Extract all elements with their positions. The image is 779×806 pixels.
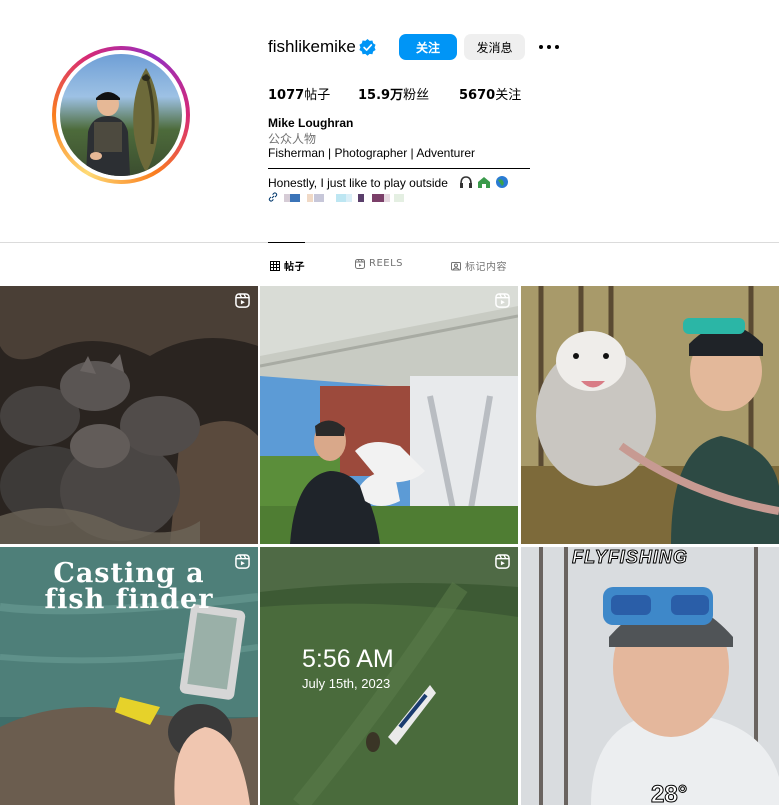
- headphones-icon: [460, 176, 472, 188]
- bio-emojis: [460, 176, 508, 188]
- post-overlay-timestamp: 5:56 AM July 15th, 2023: [302, 645, 394, 691]
- post-tile[interactable]: Casting a fish finder: [0, 547, 258, 805]
- redacted-link-block: [372, 194, 384, 202]
- tab-reels[interactable]: REELS: [355, 258, 403, 269]
- post-tile[interactable]: 5:56 AM July 15th, 2023: [260, 547, 518, 805]
- profile-avatar-ring[interactable]: [52, 46, 190, 184]
- post-thumbnail-man-with-bag: [260, 286, 518, 544]
- tagged-icon: [451, 261, 461, 270]
- overlay-title: FLYFISHING: [572, 547, 688, 568]
- redacted-link-block: [307, 194, 313, 202]
- posts-label: 帖子: [304, 88, 331, 103]
- reels-icon: [355, 258, 365, 269]
- avatar-fish-illustration: [133, 68, 159, 172]
- following-count: 5670: [459, 88, 496, 103]
- profile-category: 公众人物: [268, 132, 317, 146]
- avatar-border: [56, 50, 186, 180]
- profile-full-name: Mike Loughran: [268, 116, 354, 130]
- post-thumbnail-man-with-opossum: [521, 286, 779, 544]
- post-tile[interactable]: [0, 286, 258, 544]
- bio-line-1: Fisherman | Photographer | Adventurer: [268, 146, 476, 160]
- follow-button[interactable]: 关注: [399, 34, 457, 60]
- post-thumbnail-flyfishing: [521, 547, 779, 805]
- post-thumbnail-baby-animals: [0, 286, 258, 544]
- overlay-time: 5:56 AM: [302, 645, 394, 673]
- tab-posts[interactable]: 帖子: [270, 258, 305, 273]
- reel-badge-icon: [235, 554, 250, 569]
- posts-count-stat[interactable]: 1077帖子: [268, 84, 330, 103]
- tab-reels-label: REELS: [369, 258, 404, 269]
- profile-username: fishlikemike: [268, 37, 356, 56]
- avatar[interactable]: [60, 54, 182, 176]
- verified-badge-icon: [359, 39, 376, 56]
- post-tile[interactable]: [521, 286, 779, 544]
- reel-badge-icon: [235, 293, 250, 308]
- house-icon: [478, 177, 490, 188]
- overlay-date: July 15th, 2023: [302, 676, 391, 691]
- tab-tagged-label: 标记内容: [465, 262, 507, 273]
- redacted-link-block: [358, 194, 364, 202]
- post-overlay-caption: Casting a fish finder: [0, 560, 258, 615]
- redacted-link-block: [290, 194, 300, 202]
- post-tile[interactable]: [260, 286, 518, 544]
- redacted-link-block: [336, 194, 346, 202]
- redacted-link-block: [394, 194, 404, 202]
- more-options-icon[interactable]: [539, 44, 561, 52]
- following-count-stat[interactable]: 5670关注: [459, 84, 521, 103]
- tab-tagged[interactable]: 标记内容: [451, 258, 507, 273]
- reel-badge-icon: [495, 554, 510, 569]
- post-tile[interactable]: FLYFISHING 28°: [521, 547, 779, 805]
- followers-label: 粉丝: [403, 88, 430, 103]
- overlay-line-2: fish finder: [44, 584, 214, 615]
- followers-count: 15.9万: [358, 88, 404, 103]
- following-label: 关注: [495, 88, 522, 103]
- redacted-link-block: [346, 194, 352, 202]
- redacted-link-block: [314, 194, 324, 202]
- link-icon: [268, 192, 278, 202]
- reel-badge-icon: [495, 293, 510, 308]
- active-tab-indicator: [268, 242, 305, 243]
- globe-icon: [496, 176, 508, 188]
- bio-line-2: Honestly, I just like to play outside: [268, 176, 448, 190]
- followers-count-stat[interactable]: 15.9万粉丝: [358, 84, 429, 103]
- bio-divider: [268, 168, 530, 169]
- grid-icon: [270, 260, 280, 271]
- post-overlay-temperature: 28°: [650, 781, 688, 806]
- posts-count: 1077: [268, 88, 305, 103]
- tab-posts-label: 帖子: [284, 262, 305, 273]
- overlay-temp: 28°: [650, 781, 688, 806]
- message-button[interactable]: 发消息: [464, 34, 525, 60]
- tabs-divider: [0, 242, 779, 243]
- redacted-link-block: [384, 194, 390, 202]
- post-overlay-title: FLYFISHING: [521, 547, 739, 568]
